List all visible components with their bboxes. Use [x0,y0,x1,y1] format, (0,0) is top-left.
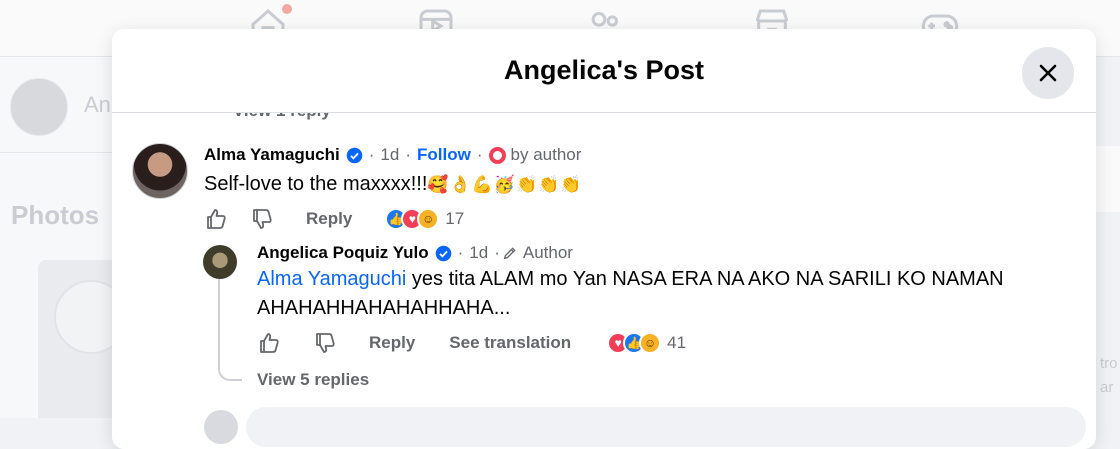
care-reaction-icon: ☺ [417,208,440,230]
reaction-summary[interactable]: 👍 ♥ ☺ 17 [385,208,464,230]
background-right-card [1096,146,1120,212]
next-comment-avatar [204,410,238,444]
comment-2-text: Alma Yamaguchi yes tita ALAM mo Yan NASA… [257,268,1004,319]
dislike-button-icon[interactable] [250,207,274,231]
background-profile-avatar [10,78,68,136]
next-comment-bubble [246,407,1086,447]
see-translation-link[interactable]: See translation [449,333,571,353]
background-divider [0,152,112,153]
view-replies-link[interactable]: View 5 replies [257,370,369,390]
separator-dot: · [476,145,483,164]
comment-emojis: 🥰👌💪🥳👏👏👏 [427,175,583,195]
thread-connector-curve [218,349,242,381]
like-button-icon[interactable] [204,207,228,231]
separator-dot: · [457,243,464,262]
background-photos-heading: Photos [11,200,100,230]
avatar-angelica[interactable] [203,245,237,279]
comment-2-actions: Reply See translation ♥ 👍 ☺ 41 [257,330,686,356]
comment-author-name[interactable]: Alma Yamaguchi [204,145,340,165]
comment-time[interactable]: 1d [380,145,399,165]
reply-button[interactable]: Reply [306,209,352,229]
close-button[interactable] [1022,47,1074,99]
verified-badge-icon [435,245,451,261]
comment-2-header: Angelica Poquiz Yulo · 1d · Author [257,243,573,263]
separator-dot: · [494,243,500,262]
separator-dot: · [405,145,412,164]
background-right-text: tro ar [1100,355,1118,396]
comment-1-actions: Reply 👍 ♥ ☺ 17 [204,206,464,232]
like-button-icon[interactable] [257,331,281,355]
modal-header: Angelica's Post [112,29,1096,113]
author-badge: Author [522,243,573,262]
comment-time[interactable]: 1d [469,243,488,263]
background-profile-name: An [84,92,111,117]
reaction-summary[interactable]: ♥ 👍 ☺ 41 [607,332,686,354]
comment-1-header: Alma Yamaguchi · 1d · Follow · by author [204,145,581,165]
modal-title: Angelica's Post [504,55,704,85]
comment-1-text: Self-love to the maxxxx!!!🥰👌💪🥳👏👏👏 [204,173,583,195]
reply-button[interactable]: Reply [369,333,415,353]
mention-link[interactable]: Alma Yamaguchi [257,268,406,290]
follow-button[interactable]: Follow [417,145,471,165]
reaction-count: 41 [667,333,687,352]
separator-dot: · [368,145,375,164]
avatar-alma[interactable] [132,143,188,199]
dislike-button-icon[interactable] [313,331,337,355]
verified-badge-icon [346,147,363,163]
reaction-count: 17 [445,209,465,228]
post-modal: Angelica's Post ▼View 1 reply Alma Yamag… [112,29,1096,449]
comment-author-name[interactable]: Angelica Poquiz Yulo [257,243,429,263]
close-icon [1039,64,1057,82]
notification-dot [282,4,292,14]
by-author-badge: by author [510,145,582,164]
pen-icon [503,247,516,260]
care-reaction-icon: ☺ [639,332,662,354]
heart-icon [488,146,506,164]
